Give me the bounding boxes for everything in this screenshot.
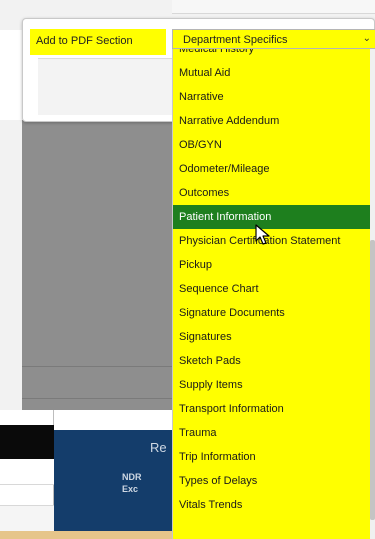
dropdown-option[interactable]: Outcomes — [173, 181, 370, 205]
top-field-edge — [172, 0, 375, 14]
popup-row[interactable] — [0, 459, 54, 485]
dropdown-option[interactable]: Trauma — [173, 421, 370, 445]
dropdown-scroll-thumb[interactable] — [370, 240, 375, 520]
dropdown-option[interactable]: Medical History — [173, 49, 370, 61]
dialog-footer — [38, 58, 172, 115]
left-margin — [0, 120, 22, 410]
dropdown-option[interactable]: Narrative Addendum — [173, 109, 370, 133]
pdf-section-dropdown-list[interactable]: Medical History Mutual Aid Narrative Narrat… — [172, 49, 370, 539]
pdf-section-select[interactable]: Department Specifics ⌄ — [172, 29, 375, 49]
popup-row[interactable] — [0, 505, 54, 531]
add-to-pdf-section-label: Add to PDF Section — [30, 29, 166, 55]
dropdown-option[interactable]: Mutual Aid — [173, 61, 370, 85]
dropdown-option[interactable]: Sketch Pads — [173, 349, 370, 373]
popup-header — [0, 425, 54, 459]
dropdown-option[interactable]: Vitals Trends — [173, 493, 370, 517]
dropdown-option[interactable]: OB/GYN — [173, 133, 370, 157]
dropdown-option[interactable]: Signature Documents — [173, 301, 370, 325]
chevron-down-icon[interactable]: ⌄ — [363, 33, 371, 44]
dropdown-option[interactable]: Narrative — [173, 85, 370, 109]
mouse-pointer-icon — [255, 224, 270, 245]
dropdown-option[interactable]: Trip Information — [173, 445, 370, 469]
dropdown-option[interactable]: Patient Information — [173, 205, 370, 229]
banner-title: Re — [150, 440, 167, 455]
dropdown-option[interactable]: Sequence Chart — [173, 277, 370, 301]
dropdown-option[interactable]: Types of Delays — [173, 469, 370, 493]
dropdown-option[interactable]: Physician Certification Statement — [173, 229, 370, 253]
dropdown-option[interactable]: Transport Information — [173, 397, 370, 421]
banner-text-line: NDR — [122, 472, 142, 482]
dropdown-option[interactable]: Signatures — [173, 325, 370, 349]
select-value: Department Specifics — [183, 34, 288, 46]
dropdown-option[interactable]: Supply Items — [173, 373, 370, 397]
dropdown-option[interactable]: Odometer/Mileage — [173, 157, 370, 181]
banner-text-line: Exc — [122, 484, 139, 494]
dropdown-option[interactable]: Pickup — [173, 253, 370, 277]
